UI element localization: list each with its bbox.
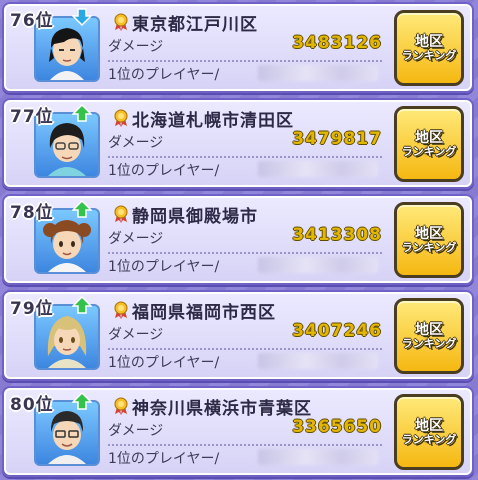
blurred-player-name xyxy=(258,161,378,177)
district-ranking-button[interactable]: 地区 ランキング xyxy=(394,394,464,470)
top-player-label: 1位のプレイヤー/ xyxy=(108,163,220,179)
ranking-entry: 79位 福岡県福岡市西区 ダメージ 3407246 1位のプレイヤー/ 地区 ラ… xyxy=(2,290,474,381)
blurred-player-name xyxy=(258,65,378,81)
district-ranking-button[interactable]: 地区 ランキング xyxy=(394,106,464,182)
button-label-line2: ランキング xyxy=(401,240,457,254)
damage-value: 3407246 xyxy=(292,321,382,341)
rank-down-arrow-icon xyxy=(72,8,92,26)
rank-up-arrow-icon xyxy=(72,392,92,410)
rank-up-arrow-icon xyxy=(72,200,92,218)
button-label-line1: 地区 xyxy=(415,321,443,338)
region-name: 福岡県福岡市西区 xyxy=(132,303,276,323)
medal-icon xyxy=(114,13,128,31)
divider xyxy=(108,252,382,254)
button-label-line1: 地区 xyxy=(415,33,443,50)
rank-up-arrow-icon xyxy=(72,104,92,122)
top-player-label: 1位のプレイヤー/ xyxy=(108,67,220,83)
damage-label: ダメージ xyxy=(108,39,164,55)
region-name: 静岡県御殿場市 xyxy=(132,207,258,227)
ranking-entry: 78位 静岡県御殿場市 ダメージ 3413308 1位のプレイヤー/ 地区 ラン… xyxy=(2,194,474,285)
damage-label: ダメージ xyxy=(108,135,164,151)
button-label-line2: ランキング xyxy=(401,144,457,158)
district-ranking-button[interactable]: 地区 ランキング xyxy=(394,10,464,86)
damage-value: 3365650 xyxy=(292,417,382,437)
rank-label: 76位 xyxy=(10,11,54,31)
blurred-player-name xyxy=(258,353,378,369)
top-player-label: 1位のプレイヤー/ xyxy=(108,451,220,467)
ranking-entry: 77位 北海道札幌市清田区 ダメージ 3479817 1位のプレイヤー/ 地区 … xyxy=(2,98,474,189)
damage-label: ダメージ xyxy=(108,423,164,439)
button-label-line1: 地区 xyxy=(415,417,443,434)
button-label-line2: ランキング xyxy=(401,336,457,350)
blurred-player-name xyxy=(258,257,378,273)
medal-icon xyxy=(114,109,128,127)
ranking-list: 76位 東京都江戸川区 ダメージ 3483126 1位のプレイヤー/ 地区 ラン… xyxy=(0,0,478,480)
district-ranking-button[interactable]: 地区 ランキング xyxy=(394,298,464,374)
rank-label: 79位 xyxy=(10,299,54,319)
rank-label: 77位 xyxy=(10,107,54,127)
damage-value: 3479817 xyxy=(292,129,382,149)
divider xyxy=(108,60,382,62)
damage-label: ダメージ xyxy=(108,231,164,247)
button-label-line1: 地区 xyxy=(415,129,443,146)
medal-icon xyxy=(114,205,128,223)
rank-up-arrow-icon xyxy=(72,296,92,314)
button-label-line2: ランキング xyxy=(401,48,457,62)
divider xyxy=(108,444,382,446)
top-player-label: 1位のプレイヤー/ xyxy=(108,355,220,371)
damage-value: 3483126 xyxy=(292,33,382,53)
rank-label: 78位 xyxy=(10,203,54,223)
damage-label: ダメージ xyxy=(108,327,164,343)
medal-icon xyxy=(114,301,128,319)
button-label-line2: ランキング xyxy=(401,432,457,446)
damage-value: 3413308 xyxy=(292,225,382,245)
rank-label: 80位 xyxy=(10,395,54,415)
region-name: 神奈川県横浜市青葉区 xyxy=(132,399,312,419)
region-name: 北海道札幌市清田区 xyxy=(132,111,294,131)
divider xyxy=(108,348,382,350)
top-player-label: 1位のプレイヤー/ xyxy=(108,259,220,275)
district-ranking-button[interactable]: 地区 ランキング xyxy=(394,202,464,278)
region-name: 東京都江戸川区 xyxy=(132,15,258,35)
ranking-entry: 80位 神奈川県横浜市青葉区 ダメージ 3365650 1位のプレイヤー/ 地区… xyxy=(2,386,474,477)
medal-icon xyxy=(114,397,128,415)
blurred-player-name xyxy=(258,449,378,465)
button-label-line1: 地区 xyxy=(415,225,443,242)
divider xyxy=(108,156,382,158)
ranking-entry: 76位 東京都江戸川区 ダメージ 3483126 1位のプレイヤー/ 地区 ラン… xyxy=(2,2,474,93)
